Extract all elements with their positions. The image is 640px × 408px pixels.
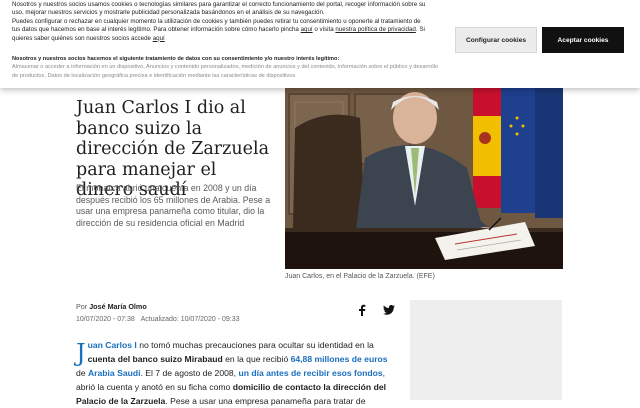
published-date: 10/07/2020 - 07:38	[76, 316, 135, 323]
partners-link[interactable]: aquí	[153, 35, 165, 42]
body-text: . Pese a usar una empresa panameña para …	[165, 396, 366, 406]
article-body: Juan Carlos I no tomó muchas precaucione…	[76, 338, 394, 408]
arabia-saudi-link[interactable]: Arabia Saudí	[88, 368, 141, 378]
facebook-icon	[359, 304, 366, 316]
day-before-link[interactable]: un día antes de recibir esos fondos	[238, 368, 382, 378]
king-signing-photo	[285, 88, 563, 269]
body-bold: cuenta del banco suizo Mirabaud	[87, 354, 223, 364]
accept-cookies-button[interactable]: Aceptar cookies	[542, 27, 624, 53]
amount-link[interactable]: 64,88 millones de euros	[291, 354, 388, 364]
juan-carlos-link[interactable]: uan Carlos I	[88, 340, 137, 350]
drop-cap: J	[76, 339, 86, 367]
cookie-text: Nosotros y nuestros socios usamos cookie…	[12, 1, 426, 42]
cookie-paragraph-1: Nosotros y nuestros socios usamos cookie…	[12, 1, 426, 17]
ad-placeholder	[410, 300, 562, 400]
configure-cookies-button[interactable]: Configurar cookies	[455, 27, 537, 53]
byline: Por José María Olmo	[76, 302, 147, 311]
cookie-text-connector: o visita	[314, 26, 334, 34]
updated-date: Actualizado: 10/07/2020 - 09:33	[140, 316, 240, 323]
cookie-purposes: Nosotros y nuestros socios hacemos el si…	[12, 55, 442, 80]
share-facebook-button[interactable]	[355, 303, 369, 317]
article-dates: 10/07/2020 - 07:38 Actualizado: 10/07/20…	[76, 316, 239, 323]
body-text: . El 7 de agosto de 2008,	[140, 368, 239, 378]
photo-caption: Juan Carlos, en el Palacio de la Zarzuel…	[285, 273, 435, 280]
share-twitter-button[interactable]	[382, 303, 396, 317]
body-text: de	[76, 368, 88, 378]
cookie-purposes-list: Almacenar o acceder a información en un …	[12, 64, 438, 79]
cookie-purposes-heading: Nosotros y nuestros socios hacemos el si…	[12, 56, 340, 62]
article-lead: El monarca abrió una cuenta en 2008 y un…	[76, 183, 271, 228]
body-text: en la que recibió	[222, 354, 291, 364]
article-photo	[285, 88, 563, 269]
body-text: no tomó muchas precauciones para ocultar…	[136, 340, 374, 350]
privacy-policy-link[interactable]: nuestra política de privacidad	[335, 26, 416, 33]
cookie-info-link[interactable]: aquí	[301, 26, 313, 33]
author-link[interactable]: José María Olmo	[89, 302, 147, 311]
byline-prefix: Por	[76, 302, 88, 311]
cookie-banner: Nosotros y nuestros socios usamos cookie…	[0, 0, 640, 88]
twitter-icon	[383, 305, 395, 315]
